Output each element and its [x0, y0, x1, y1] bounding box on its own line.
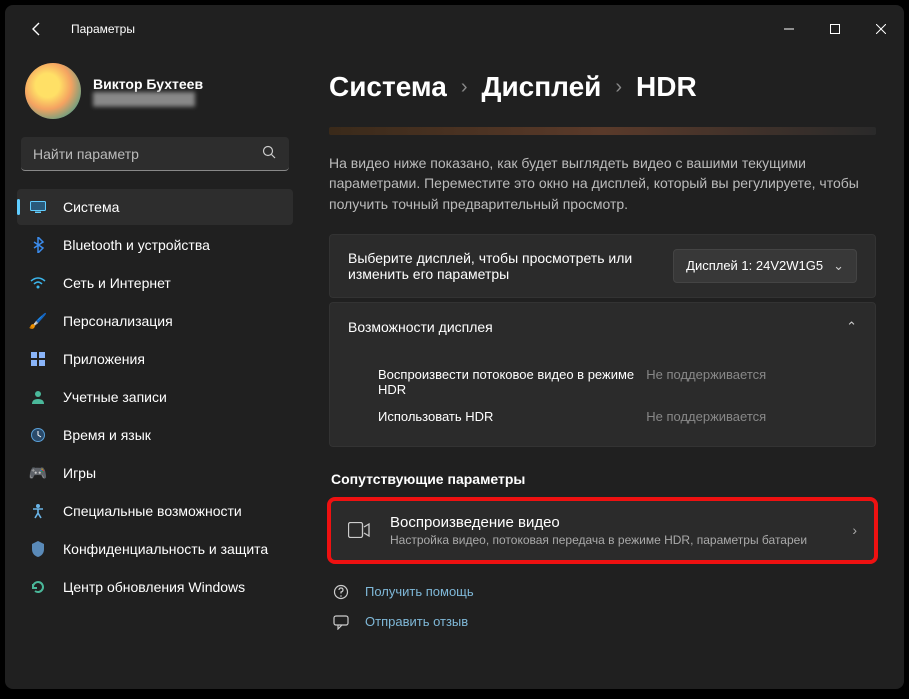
capability-value: Не поддерживается [646, 367, 766, 397]
sidebar-item-label: Приложения [63, 351, 145, 367]
feedback-link[interactable]: Отправить отзыв [333, 614, 876, 630]
brush-icon: 🖌️ [29, 312, 47, 330]
window-title: Параметры [71, 22, 135, 36]
sidebar-item-gaming[interactable]: 🎮 Игры [17, 455, 293, 491]
apps-icon [29, 350, 47, 368]
breadcrumb: Система › Дисплей › HDR [329, 71, 876, 103]
capability-row: Использовать HDR Не поддерживается [348, 403, 857, 430]
close-button[interactable] [858, 13, 904, 45]
feedback-label: Отправить отзыв [365, 614, 468, 629]
profile-block[interactable]: Виктор Бухтеев ████████████ [17, 53, 293, 137]
settings-window: Параметры Виктор Бухтеев ████████████ [5, 5, 904, 689]
chevron-right-icon: › [852, 522, 857, 538]
sidebar-item-system[interactable]: Система [17, 189, 293, 225]
clock-icon [29, 426, 47, 444]
sidebar-item-privacy[interactable]: Конфиденциальность и защита [17, 531, 293, 567]
shield-icon [29, 540, 47, 558]
video-icon [348, 522, 372, 538]
accessibility-icon [29, 502, 47, 520]
get-help-link[interactable]: Получить помощь [333, 584, 876, 600]
sidebar-item-label: Время и язык [63, 427, 151, 443]
gaming-icon: 🎮 [29, 464, 47, 482]
sidebar-item-label: Центр обновления Windows [63, 579, 245, 595]
sidebar-item-label: Учетные записи [63, 389, 167, 405]
breadcrumb-display[interactable]: Дисплей [482, 71, 602, 103]
bluetooth-icon [29, 236, 47, 254]
sidebar-item-time-language[interactable]: Время и язык [17, 417, 293, 453]
maximize-button[interactable] [812, 13, 858, 45]
display-select-card: Выберите дисплей, чтобы просмотреть или … [329, 234, 876, 298]
video-preview [329, 127, 876, 135]
update-icon [29, 578, 47, 596]
window-controls [766, 13, 904, 45]
minimize-button[interactable] [766, 13, 812, 45]
display-select-dropdown[interactable]: Дисплей 1: 24V2W1G5 ⌄ [673, 249, 857, 283]
video-playback-link[interactable]: Воспроизведение видео Настройка видео, п… [329, 499, 876, 562]
sidebar-item-network[interactable]: Сеть и Интернет [17, 265, 293, 301]
sidebar-item-accessibility[interactable]: Специальные возможности [17, 493, 293, 529]
avatar [25, 63, 81, 119]
sidebar-item-windows-update[interactable]: Центр обновления Windows [17, 569, 293, 605]
sidebar: Виктор Бухтеев ████████████ Система Blue… [5, 53, 305, 689]
breadcrumb-system[interactable]: Система [329, 71, 447, 103]
accounts-icon [29, 388, 47, 406]
capability-value: Не поддерживается [646, 409, 766, 424]
sidebar-item-apps[interactable]: Приложения [17, 341, 293, 377]
sidebar-item-label: Конфиденциальность и защита [63, 541, 268, 557]
sidebar-item-label: Специальные возможности [63, 503, 242, 519]
chevron-right-icon: › [615, 76, 622, 99]
sidebar-item-personalization[interactable]: 🖌️ Персонализация [17, 303, 293, 339]
search-box [21, 137, 289, 171]
video-playback-subtitle: Настройка видео, потоковая передача в ре… [390, 533, 834, 547]
video-playback-title: Воспроизведение видео [390, 514, 834, 531]
capabilities-title: Возможности дисплея [348, 319, 493, 335]
display-select-value: Дисплей 1: 24V2W1G5 [686, 258, 823, 273]
help-icon [333, 584, 351, 600]
sidebar-item-label: Персонализация [63, 313, 173, 329]
capabilities-header[interactable]: Возможности дисплея ⌃ [330, 303, 875, 351]
wifi-icon [29, 274, 47, 292]
search-icon [262, 145, 277, 160]
sidebar-item-label: Система [63, 199, 119, 215]
sidebar-item-bluetooth[interactable]: Bluetooth и устройства [17, 227, 293, 263]
titlebar: Параметры [5, 5, 904, 53]
chevron-up-icon: ⌃ [846, 319, 857, 335]
display-select-label: Выберите дисплей, чтобы просмотреть или … [348, 250, 657, 282]
capability-label: Использовать HDR [378, 409, 646, 424]
back-button[interactable] [21, 21, 53, 37]
footer-links: Получить помощь Отправить отзыв [329, 584, 876, 630]
capability-row: Воспроизвести потоковое видео в режиме H… [348, 361, 857, 403]
main-content: Система › Дисплей › HDR На видео ниже по… [305, 53, 904, 689]
get-help-label: Получить помощь [365, 584, 474, 599]
display-capabilities-card: Возможности дисплея ⌃ Воспроизвести пото… [329, 302, 876, 447]
system-icon [29, 198, 47, 216]
sidebar-item-label: Bluetooth и устройства [63, 237, 210, 253]
sidebar-item-accounts[interactable]: Учетные записи [17, 379, 293, 415]
chevron-right-icon: › [461, 76, 468, 99]
chevron-down-icon: ⌄ [833, 258, 844, 274]
sidebar-item-label: Игры [63, 465, 96, 481]
profile-name: Виктор Бухтеев [93, 76, 203, 92]
profile-email: ████████████ [93, 92, 203, 106]
capabilities-table: Воспроизвести потоковое видео в режиме H… [330, 351, 875, 446]
capability-label: Воспроизвести потоковое видео в режиме H… [378, 367, 646, 397]
description-text: На видео ниже показано, как будет выгляд… [329, 153, 876, 214]
breadcrumb-hdr: HDR [636, 71, 697, 103]
related-section-title: Сопутствующие параметры [331, 471, 876, 487]
sidebar-item-label: Сеть и Интернет [63, 275, 171, 291]
nav-list: Система Bluetooth и устройства Сеть и Ин… [17, 189, 293, 605]
search-input[interactable] [21, 137, 289, 171]
feedback-icon [333, 614, 351, 630]
